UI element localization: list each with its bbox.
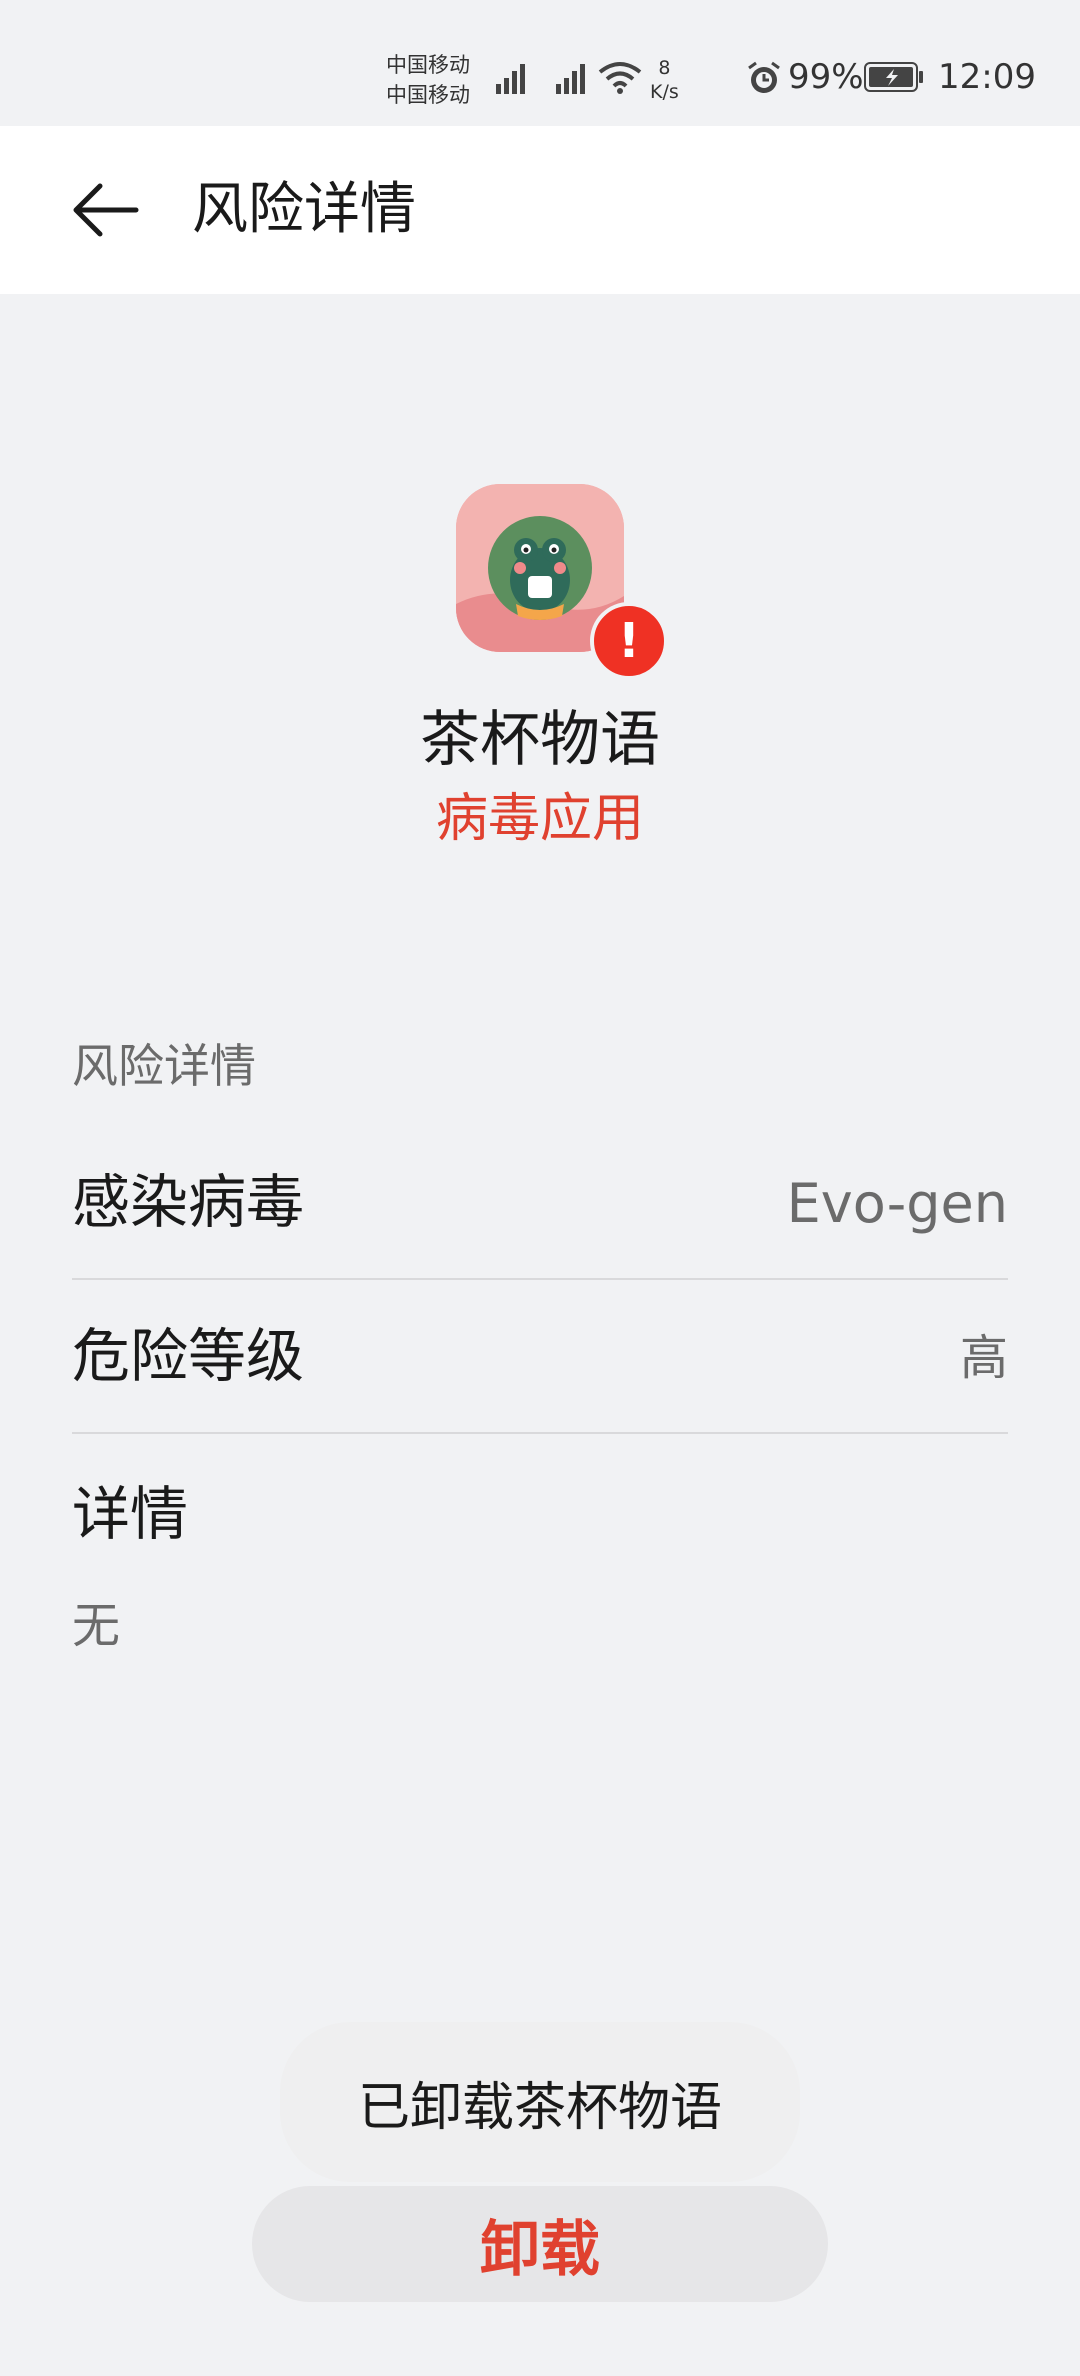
divider [72, 1432, 1008, 1434]
back-arrow-icon[interactable] [70, 178, 142, 242]
battery-icon [864, 62, 923, 92]
speed-value: 8 [658, 57, 671, 79]
uninstall-button[interactable]: 卸载 [252, 2186, 828, 2302]
details-title: 详情 [72, 1480, 189, 1548]
alarm-icon [748, 61, 780, 93]
toast-message: 已卸载茶杯物语 [280, 2022, 800, 2182]
section-label: 风险详情 [72, 1039, 256, 1093]
app-bar: 风险详情 [0, 126, 1080, 294]
network-speed: 8 K/s [650, 56, 679, 104]
detail-key: 危险等级 [72, 1322, 305, 1390]
signal-icon [556, 64, 585, 94]
wifi-icon [598, 62, 642, 94]
carrier-names: 中国移动 中国移动 [386, 50, 470, 110]
carrier-1: 中国移动 [386, 53, 470, 77]
page-title: 风险详情 [192, 177, 416, 242]
signal-icon [496, 64, 525, 94]
detail-key: 感染病毒 [72, 1168, 305, 1236]
speed-unit: K/s [650, 81, 679, 103]
details-value: 无 [72, 1598, 121, 1654]
detail-value: Evo-gen [786, 1172, 1008, 1235]
battery-percent: 99% [788, 57, 864, 97]
detail-row-level: 危险等级 高 [72, 1280, 1008, 1436]
app-name: 茶杯物语 [420, 705, 660, 775]
status-bar: 中国移动 中国移动 8 K/s 99% 12:09 [0, 0, 1080, 126]
detail-value: 高 [959, 1330, 1008, 1386]
app-risk-status: 病毒应用 [435, 789, 644, 849]
clock: 12:09 [938, 57, 1036, 97]
detail-row-virus: 感染病毒 Evo-gen [72, 1126, 1008, 1282]
danger-badge-icon: ! [590, 602, 668, 680]
carrier-2: 中国移动 [386, 83, 470, 107]
